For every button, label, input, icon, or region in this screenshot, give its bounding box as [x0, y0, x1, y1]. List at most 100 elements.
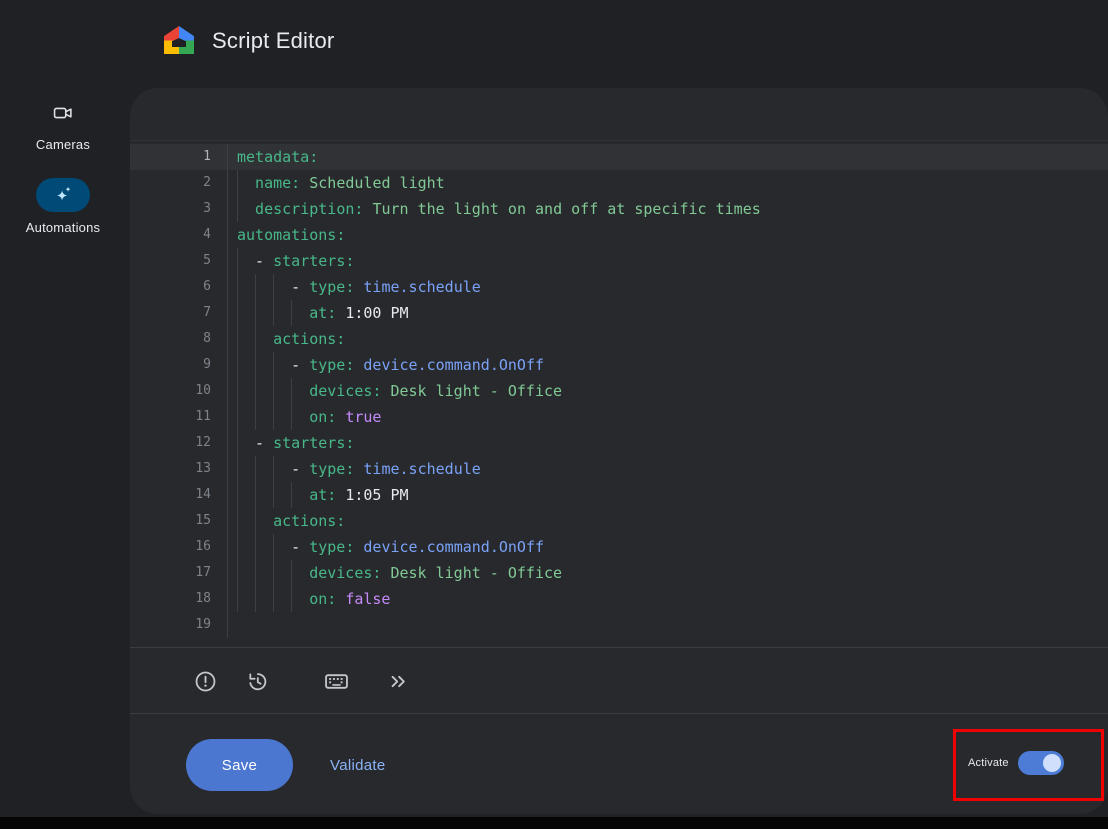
indent-guide: [255, 560, 273, 586]
indent-guide: [255, 404, 273, 430]
code-line[interactable]: 3description: Turn the light on and off …: [130, 196, 1108, 222]
editor-top-border: [130, 140, 1108, 141]
code-text: automations:: [228, 222, 1108, 248]
code-text: devices: Desk light - Office: [228, 378, 1108, 404]
validate-button[interactable]: Validate: [316, 739, 400, 791]
indent-guide: [237, 586, 255, 612]
indent-guide: [255, 352, 273, 378]
code-line[interactable]: 10devices: Desk light - Office: [130, 378, 1108, 404]
code-line[interactable]: 15actions:: [130, 508, 1108, 534]
code-editor[interactable]: 1metadata:2name: Scheduled light3descrip…: [130, 144, 1108, 638]
indent-guide: [273, 534, 291, 560]
save-button[interactable]: Save: [186, 739, 293, 791]
indent-guide: [273, 456, 291, 482]
history-button[interactable]: [237, 661, 277, 701]
indent-guide: [255, 326, 273, 352]
activate-label: Activate: [968, 757, 1009, 769]
indent-guide: [291, 404, 309, 430]
script-editor-window: Script Editor Cameras Automations: [0, 0, 1108, 829]
indent-guide: [237, 482, 255, 508]
indent-guide: [237, 248, 255, 274]
code-line[interactable]: 5- starters:: [130, 248, 1108, 274]
indent-guide: [237, 430, 255, 456]
indent-guide: [273, 586, 291, 612]
line-number: 12: [130, 430, 228, 456]
code-text: - type: time.schedule: [228, 274, 1108, 300]
code-text: on: false: [228, 586, 1108, 612]
indent-guide: [255, 300, 273, 326]
code-text: at: 1:00 PM: [228, 300, 1108, 326]
code-text: metadata:: [228, 144, 1108, 170]
code-text: - starters:: [228, 430, 1108, 456]
activate-toggle[interactable]: [1018, 751, 1064, 775]
keyboard-icon: [323, 668, 350, 695]
line-number: 7: [130, 300, 228, 326]
app-header: Script Editor: [0, 0, 1108, 88]
line-number: 4: [130, 222, 228, 248]
line-number: 15: [130, 508, 228, 534]
keyboard-shortcuts-button[interactable]: [316, 661, 356, 701]
indent-guide: [255, 274, 273, 300]
indent-guide: [237, 326, 255, 352]
code-line[interactable]: 7at: 1:00 PM: [130, 300, 1108, 326]
indent-guide: [237, 378, 255, 404]
indent-guide: [237, 300, 255, 326]
code-line[interactable]: 2name: Scheduled light: [130, 170, 1108, 196]
active-nav-pill: [36, 178, 90, 212]
code-text: - type: time.schedule: [228, 456, 1108, 482]
code-text: at: 1:05 PM: [228, 482, 1108, 508]
toggle-thumb: [1043, 754, 1061, 772]
sidebar-item-label: Cameras: [0, 137, 126, 152]
problems-button[interactable]: [185, 661, 225, 701]
indent-guide: [237, 274, 255, 300]
line-number: 13: [130, 456, 228, 482]
collapse-panel-button[interactable]: [378, 661, 418, 701]
indent-guide: [273, 560, 291, 586]
sidebar-item-automations[interactable]: Automations: [0, 178, 126, 235]
indent-guide: [291, 482, 309, 508]
sidebar-item-cameras[interactable]: Cameras: [0, 102, 126, 152]
page-title: Script Editor: [212, 28, 334, 54]
code-line[interactable]: 18on: false: [130, 586, 1108, 612]
double-chevron-right-icon: [386, 669, 411, 694]
history-icon: [245, 669, 270, 694]
code-line[interactable]: 17devices: Desk light - Office: [130, 560, 1108, 586]
code-line[interactable]: 12- starters:: [130, 430, 1108, 456]
indent-guide: [237, 170, 255, 196]
code-line[interactable]: 4automations:: [130, 222, 1108, 248]
indent-guide: [237, 196, 255, 222]
code-text: actions:: [228, 326, 1108, 352]
code-line[interactable]: 8actions:: [130, 326, 1108, 352]
code-line[interactable]: 13- type: time.schedule: [130, 456, 1108, 482]
indent-guide: [291, 586, 309, 612]
indent-guide: [255, 482, 273, 508]
code-line[interactable]: 14at: 1:05 PM: [130, 482, 1108, 508]
code-line[interactable]: 9- type: device.command.OnOff: [130, 352, 1108, 378]
code-line[interactable]: 6- type: time.schedule: [130, 274, 1108, 300]
code-text: devices: Desk light - Office: [228, 560, 1108, 586]
indent-guide: [291, 378, 309, 404]
sidebar-item-label: Automations: [0, 220, 126, 235]
line-number: 2: [130, 170, 228, 196]
indent-guide: [255, 378, 273, 404]
indent-guide: [273, 274, 291, 300]
indent-guide: [255, 586, 273, 612]
code-text: name: Scheduled light: [228, 170, 1108, 196]
line-number: 6: [130, 274, 228, 300]
google-home-logo-icon[interactable]: [164, 26, 194, 54]
indent-guide: [255, 456, 273, 482]
code-text: - type: device.command.OnOff: [228, 352, 1108, 378]
camera-icon: [52, 102, 74, 126]
indent-guide: [273, 482, 291, 508]
line-number: 16: [130, 534, 228, 560]
line-number: 17: [130, 560, 228, 586]
automation-sparkle-icon: [52, 184, 74, 206]
line-number: 19: [130, 612, 228, 638]
code-line[interactable]: 11on: true: [130, 404, 1108, 430]
code-text: description: Turn the light on and off a…: [228, 196, 1108, 222]
line-number: 10: [130, 378, 228, 404]
code-line[interactable]: 1metadata:: [130, 144, 1108, 170]
code-line[interactable]: 16- type: device.command.OnOff: [130, 534, 1108, 560]
code-line[interactable]: 19: [130, 612, 1108, 638]
code-text: on: true: [228, 404, 1108, 430]
